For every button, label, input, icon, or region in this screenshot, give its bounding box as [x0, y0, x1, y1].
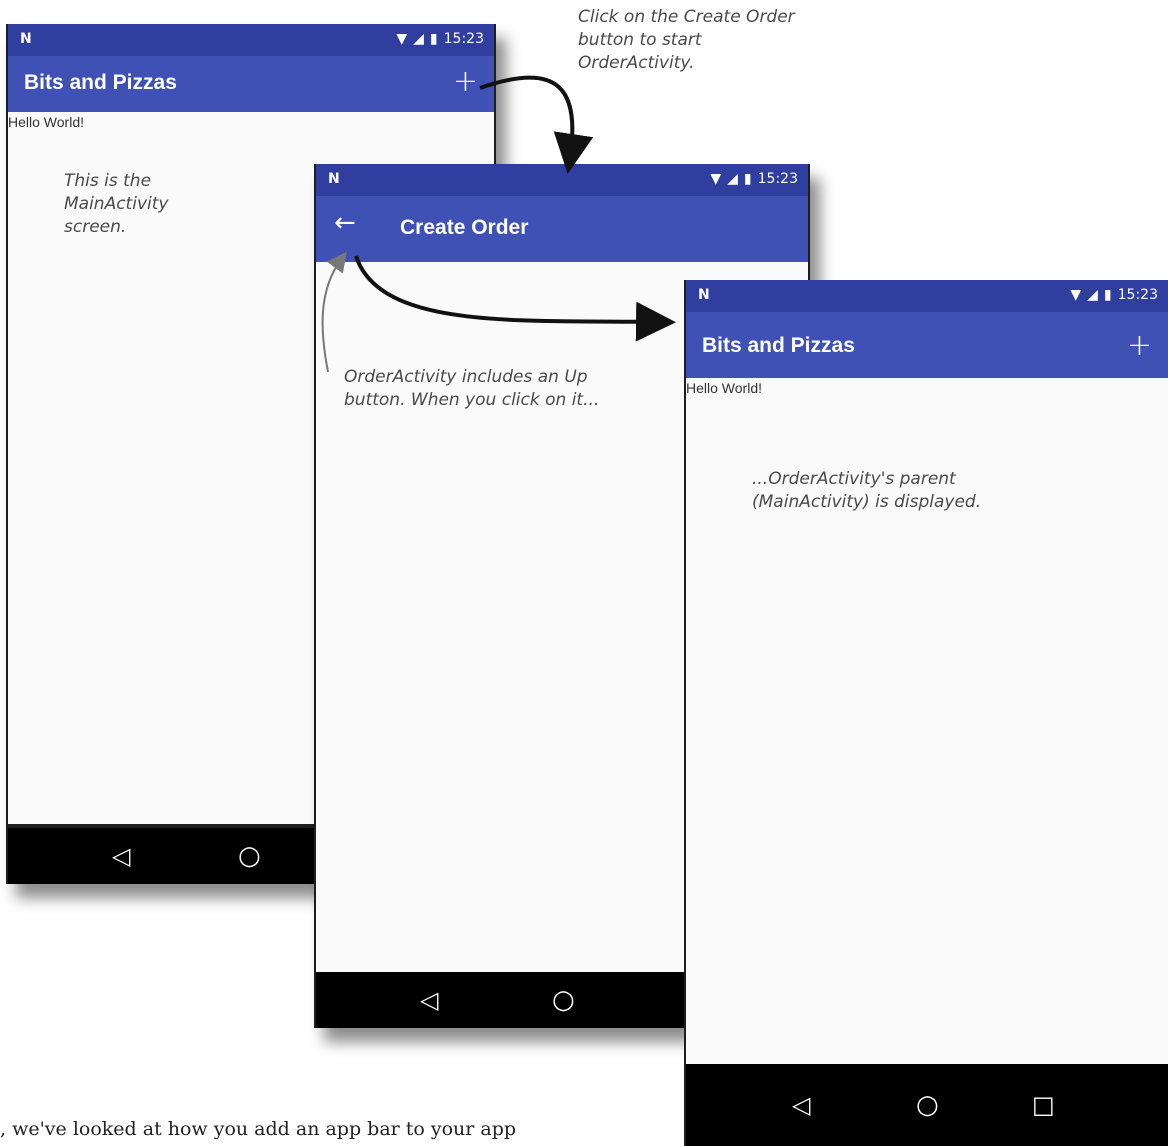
- annotation-parent-displayed: ...OrderActivity's parent (MainActivity)…: [752, 469, 982, 512]
- phone-main-activity-parent: N ▼ ◢ ▮ 15:23 Bits and Pizzas + Hello Wo…: [684, 280, 1168, 1146]
- hello-text: Hello World!: [686, 380, 762, 396]
- nav-home-button[interactable]: ○: [552, 985, 575, 1015]
- wifi-icon: ▼: [396, 31, 408, 47]
- annotation-up-button: OrderActivity includes an Up button. Whe…: [344, 367, 600, 410]
- nav-back-button[interactable]: ◁: [792, 1091, 810, 1119]
- notification-logo: N: [328, 171, 340, 187]
- app-bar: ← Create Order: [316, 196, 808, 262]
- app-bar: Bits and Pizzas +: [8, 56, 494, 112]
- status-bar: N ▼ ◢ ▮ 15:23: [686, 280, 1168, 312]
- create-order-button[interactable]: +: [1127, 328, 1152, 363]
- nav-recents-button[interactable]: □: [1032, 1091, 1055, 1119]
- wifi-icon: ▼: [710, 171, 722, 187]
- status-icons: ▼ ◢ ▮ 15:23: [1070, 287, 1158, 303]
- nav-home-button[interactable]: ○: [916, 1090, 939, 1120]
- wifi-icon: ▼: [1070, 287, 1082, 303]
- notification-logo: N: [20, 31, 32, 47]
- app-title: Create Order: [400, 216, 529, 239]
- clock: 15:23: [757, 171, 798, 187]
- battery-icon: ▮: [429, 31, 438, 47]
- status-icons: ▼ ◢ ▮ 15:23: [396, 31, 484, 47]
- battery-icon: ▮: [1103, 287, 1112, 303]
- clock: 15:23: [443, 31, 484, 47]
- nav-back-button[interactable]: ◁: [420, 986, 438, 1014]
- create-order-button[interactable]: +: [453, 64, 478, 99]
- annotation-main-screen: This is the MainActivity screen.: [64, 171, 169, 237]
- app-title: Bits and Pizzas: [702, 334, 855, 357]
- clock: 15:23: [1117, 287, 1158, 303]
- status-bar: N ▼ ◢ ▮ 15:23: [8, 24, 494, 56]
- nav-home-button[interactable]: ○: [238, 841, 261, 871]
- battery-icon: ▮: [743, 171, 752, 187]
- annotation-click-create: Click on the Create Order button to star…: [578, 7, 795, 73]
- status-bar: N ▼ ◢ ▮ 15:23: [316, 164, 808, 196]
- signal-icon: ◢: [727, 171, 738, 187]
- app-bar: Bits and Pizzas +: [686, 312, 1168, 378]
- footer-text: , we've looked at how you add an app bar…: [0, 1118, 517, 1140]
- signal-icon: ◢: [1087, 287, 1098, 303]
- app-title: Bits and Pizzas: [24, 71, 177, 94]
- hello-text: Hello World!: [8, 114, 84, 130]
- status-icons: ▼ ◢ ▮ 15:23: [710, 171, 798, 187]
- signal-icon: ◢: [413, 31, 424, 47]
- nav-back-button[interactable]: ◁: [112, 842, 130, 870]
- nav-bar: ◁ ○ □: [686, 1064, 1168, 1146]
- notification-logo: N: [698, 287, 710, 303]
- up-button[interactable]: ←: [334, 208, 356, 238]
